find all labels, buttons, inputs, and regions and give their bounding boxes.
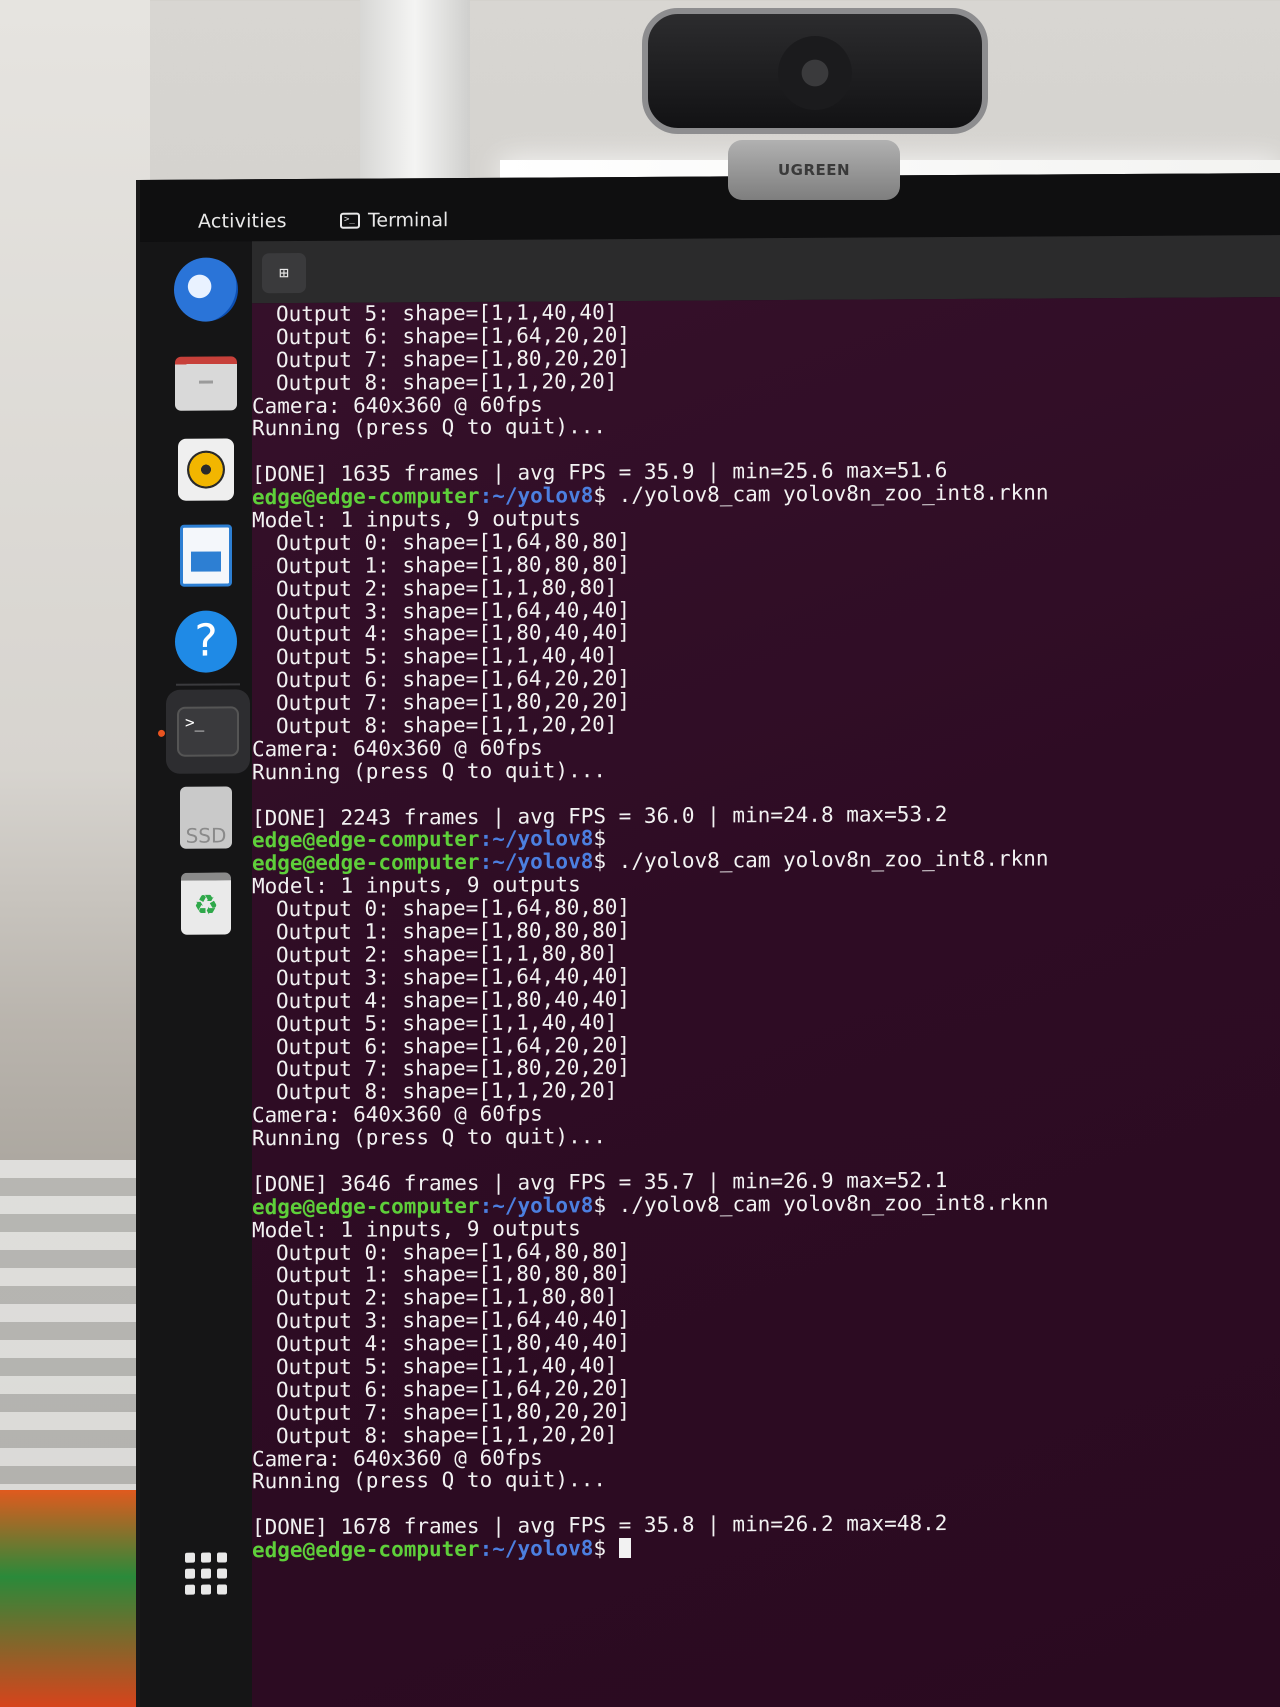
webcam-brand: UGREEN [728,140,900,200]
command-text: ./yolov8_cam yolov8n_zoo_int8.rknn [606,1190,1049,1217]
top-bar: Activities >_ Terminal [140,172,1280,242]
files-icon[interactable] [174,351,238,415]
prompt-path: :~/yolov8 [479,1536,594,1561]
ssd-drive-icon[interactable]: SSD [174,785,238,849]
terminal-lines: Output 5: shape=[1,1,40,40] Output 6: sha… [252,297,1280,1562]
show-apps-icon[interactable] [174,1541,238,1605]
terminal-icon[interactable]: >_ [166,689,250,774]
thunderbird-icon[interactable] [174,257,238,322]
terminal-output[interactable]: Output 5: shape=[1,1,40,40] Output 6: sha… [252,296,1280,1707]
rhythmbox-icon[interactable] [174,437,238,501]
prompt-user: edge@edge-computer [252,827,480,853]
window-blinds [0,1160,140,1520]
background-poster [0,1490,140,1707]
prompt-symbol: $ [593,826,607,851]
webcam-lens [778,36,852,110]
prompt-path: :~/yolov8 [479,483,594,509]
app-name: Terminal [368,209,449,232]
new-tab-icon[interactable]: ⊞ [262,252,306,294]
monitor: Activities >_ Terminal ? >_ SSD ♻ ⊞ Outp… [136,172,1280,1707]
prompt-path: :~/yolov8 [479,1192,594,1218]
prompt-symbol: $ [593,1192,607,1217]
trash-icon[interactable]: ♻ [174,871,238,935]
terminal-app-icon: >_ [340,212,360,229]
prompt-user: edge@edge-computer [252,850,480,876]
dock: ? >_ SSD ♻ [140,241,252,1707]
help-icon[interactable]: ? [174,609,238,673]
app-menu[interactable]: >_ Terminal [340,209,448,232]
prompt-path: :~/yolov8 [479,826,594,852]
terminal-header: ⊞ [252,234,1280,304]
dock-separator [176,683,240,686]
prompt-symbol: $ [593,1536,607,1561]
prompt-user: edge@edge-computer [252,484,480,510]
prompt-user: edge@edge-computer [252,1193,480,1220]
prompt-line: edge@edge-computer:~/yolov8$ [252,1533,1280,1562]
webcam [642,8,988,134]
prompt-user: edge@edge-computer [252,1536,480,1563]
ceiling-beam [360,0,470,185]
command-text: ./yolov8_cam yolov8n_zoo_int8.rknn [606,846,1049,874]
command-text: ./yolov8_cam yolov8n_zoo_int8.rknn [606,480,1049,508]
running-indicator [158,729,165,737]
command-text [606,1536,619,1560]
prompt-symbol: $ [593,849,607,874]
prompt-path: :~/yolov8 [479,849,594,875]
writer-icon[interactable] [174,523,238,587]
prompt-symbol: $ [593,483,607,508]
activities-button[interactable]: Activities [198,210,287,233]
text-cursor [618,1538,631,1559]
